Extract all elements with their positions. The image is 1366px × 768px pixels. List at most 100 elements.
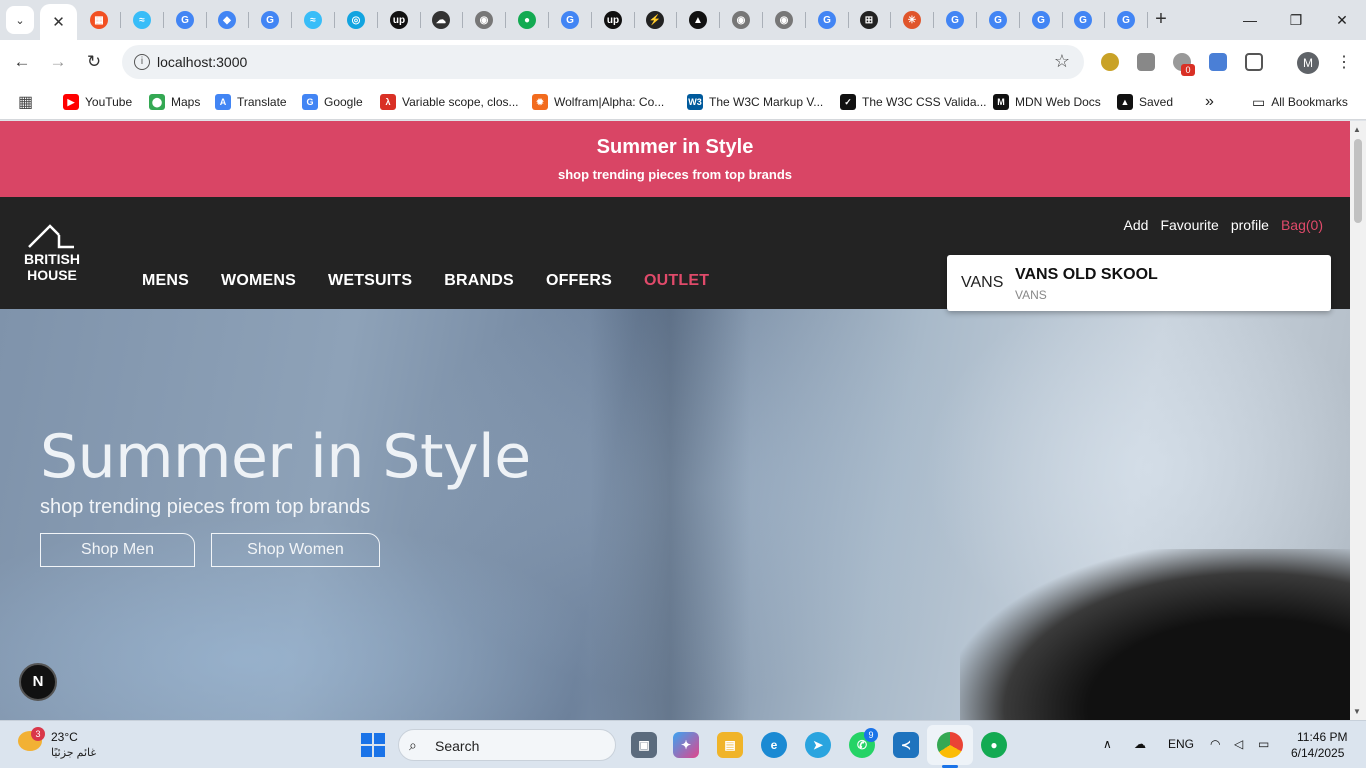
bookmark-item[interactable]: G Google (302, 92, 363, 112)
google-icon[interactable]: G (1032, 11, 1050, 29)
shop-women-button[interactable]: Shop Women (211, 533, 380, 567)
bookmark-item[interactable]: ⬤ Maps (149, 92, 200, 112)
favourite-link[interactable]: Favourite (1160, 217, 1218, 233)
chrome-icon[interactable]: ◉ (475, 11, 493, 29)
nextjs-dev-badge[interactable]: N (19, 663, 57, 701)
taskbar-search[interactable]: ⌕ Search (398, 729, 616, 761)
extension-icon[interactable] (1209, 53, 1227, 71)
bookmark-star-icon[interactable]: ☆ (1054, 51, 1070, 72)
circle-icon[interactable]: ◎ (347, 11, 365, 29)
tray-overflow-icon[interactable]: ∧ (1103, 737, 1112, 751)
chrome-icon[interactable]: ◉ (732, 11, 750, 29)
nav-womens[interactable]: WOMENS (221, 272, 296, 290)
active-tab[interactable]: ✕ (40, 4, 77, 40)
extension-icon[interactable] (1101, 53, 1119, 71)
tailwind-icon[interactable]: ≈ (304, 11, 322, 29)
cloud-icon[interactable]: ☁ (432, 11, 450, 29)
upwork-icon[interactable]: up (604, 11, 622, 29)
address-url[interactable]: localhost:3000 (157, 54, 247, 70)
product-image[interactable]: VANS (961, 263, 1003, 303)
vercel-icon[interactable]: ⚡ (646, 11, 664, 29)
nav-brands[interactable]: BRANDS (444, 272, 514, 290)
puzzle-icon[interactable] (1245, 53, 1263, 71)
scroll-down-arrow[interactable]: ▼ (1353, 707, 1361, 716)
mongodb-icon[interactable]: ● (518, 11, 536, 29)
tab-close-icon[interactable]: ✕ (52, 13, 65, 31)
file-explorer-icon[interactable]: ▤ (717, 732, 743, 758)
copilot-icon[interactable]: ✦ (673, 732, 699, 758)
clock-time[interactable]: 11:46 PM (1297, 730, 1347, 744)
minimize-button[interactable]: — (1238, 8, 1262, 32)
all-bookmarks-button[interactable]: ▭ All Bookmarks (1252, 92, 1348, 112)
bag-link[interactable]: Bag(0) (1281, 217, 1323, 233)
site-info-icon[interactable]: i (134, 54, 150, 70)
bookmark-item[interactable]: W3 The W3C Markup V... (687, 92, 823, 112)
battery-icon[interactable]: ▭ (1258, 737, 1269, 751)
profile-link[interactable]: profile (1231, 217, 1269, 233)
apps-grid-icon[interactable]: ▦ (18, 92, 33, 112)
bookmark-item[interactable]: ▶ YouTube (63, 92, 132, 112)
onedrive-icon[interactable]: ☁ (1134, 737, 1146, 751)
more-menu-icon[interactable]: ⋮ (1336, 52, 1352, 72)
tab-search-button[interactable]: ⌄ (6, 6, 34, 34)
bookmark-item[interactable]: M MDN Web Docs (993, 92, 1101, 112)
task-view-icon[interactable]: ▣ (631, 732, 657, 758)
google-icon[interactable]: G (989, 11, 1007, 29)
chrome-icon[interactable] (937, 732, 963, 758)
tailwind-icon[interactable]: ≈ (133, 11, 151, 29)
triangle-icon[interactable]: ▲ (689, 11, 707, 29)
product-name[interactable]: VANS OLD SKOOL (1015, 266, 1158, 284)
close-window-button[interactable]: ✕ (1330, 8, 1354, 32)
nav-mens[interactable]: MENS (142, 272, 189, 290)
forward-button[interactable]: → (46, 50, 70, 74)
google-icon[interactable]: G (1074, 11, 1092, 29)
volume-icon[interactable]: ◁ (1234, 737, 1243, 751)
google-icon[interactable]: G (818, 11, 836, 29)
language-indicator[interactable]: ENG (1168, 737, 1194, 751)
add-link[interactable]: Add (1124, 217, 1149, 233)
address-bar[interactable]: i localhost:3000 ☆ (122, 45, 1084, 79)
site-logo[interactable]: BRITISH HOUSE (20, 223, 84, 283)
nav-offers[interactable]: OFFERS (546, 272, 612, 290)
chrome-icon[interactable]: ◉ (775, 11, 793, 29)
upwork-icon[interactable]: up (390, 11, 408, 29)
scroll-thumb[interactable] (1354, 139, 1362, 223)
nav-wetsuits[interactable]: WETSUITS (328, 272, 412, 290)
bookmark-item[interactable]: ✓ The W3C CSS Valida... (840, 92, 987, 112)
google-icon[interactable]: G (176, 11, 194, 29)
page-scrollbar[interactable]: ▲ ▼ (1350, 121, 1366, 720)
google-icon[interactable]: G (261, 11, 279, 29)
microsoft-icon[interactable]: ▦ (90, 11, 108, 29)
bookmark-item[interactable]: A Translate (215, 92, 287, 112)
weather-temperature[interactable]: 23°C (51, 730, 78, 744)
shop-men-button[interactable]: Shop Men (40, 533, 195, 567)
shield-icon[interactable]: ⊞ (860, 11, 878, 29)
search-result-item[interactable]: VANS VANS OLD SKOOL VANS (947, 255, 1331, 311)
edge-icon[interactable]: e (761, 732, 787, 758)
nav-outlet[interactable]: OUTLET (644, 272, 709, 290)
weather-description[interactable]: غائم جزئيًا (51, 746, 96, 759)
mongodb-compass-icon[interactable]: ● (981, 732, 1007, 758)
bookmark-item[interactable]: ✹ Wolfram|Alpha: Co... (532, 92, 664, 112)
diamond-icon[interactable]: ◆ (218, 11, 236, 29)
google-icon[interactable]: G (561, 11, 579, 29)
clock-date[interactable]: 6/14/2025 (1291, 746, 1344, 760)
bookmark-item[interactable]: ▲ Saved (1117, 92, 1173, 112)
start-button[interactable] (361, 733, 385, 757)
asterisk-icon[interactable]: ✳ (903, 11, 921, 29)
vscode-icon[interactable]: ≺ (893, 732, 919, 758)
new-tab-button[interactable]: + (1150, 9, 1172, 31)
google-icon[interactable]: G (946, 11, 964, 29)
google-icon[interactable]: G (1117, 11, 1135, 29)
reload-button[interactable]: ↻ (82, 50, 106, 74)
bookmark-item[interactable]: λ Variable scope, clos... (380, 92, 519, 112)
maximize-button[interactable]: ❐ (1284, 8, 1308, 32)
tab-separator (676, 12, 677, 28)
scroll-up-arrow[interactable]: ▲ (1353, 125, 1361, 134)
wifi-icon[interactable]: ◠ (1210, 737, 1220, 751)
profile-avatar[interactable]: M (1297, 52, 1319, 74)
telegram-icon[interactable]: ➤ (805, 732, 831, 758)
more-bookmarks-button[interactable]: » (1205, 92, 1214, 112)
extension-icon[interactable] (1137, 53, 1155, 71)
back-button[interactable]: ← (10, 50, 34, 74)
